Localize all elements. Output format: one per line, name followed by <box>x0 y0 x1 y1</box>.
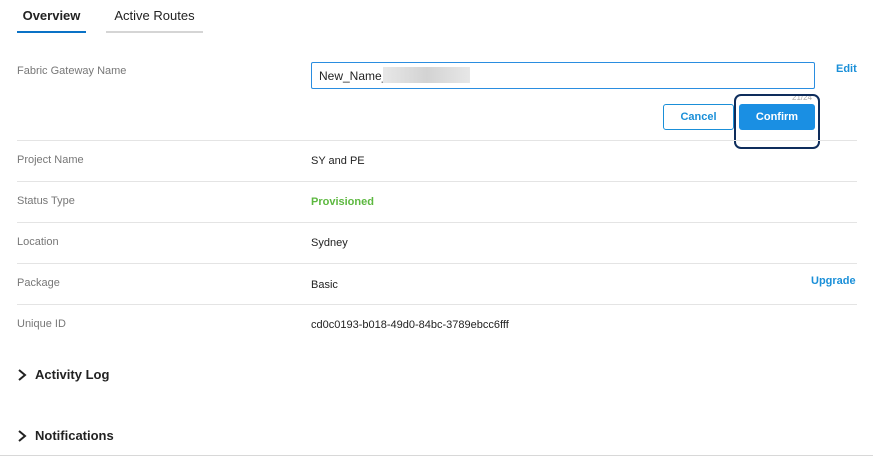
notifications-toggle[interactable]: Notifications <box>17 428 114 443</box>
edit-link[interactable]: Edit <box>836 63 857 75</box>
divider <box>0 455 873 456</box>
package-value: Basic <box>311 279 338 291</box>
notifications-label: Notifications <box>35 428 114 443</box>
redacted-text <box>383 67 470 83</box>
divider <box>17 304 857 305</box>
project-name-value: SY and PE <box>311 155 365 167</box>
confirm-button[interactable]: Confirm <box>739 104 815 130</box>
chevron-right-icon <box>18 368 27 381</box>
chevron-right-icon <box>18 429 27 442</box>
activity-log-label: Activity Log <box>35 367 110 382</box>
divider <box>17 140 857 141</box>
location-label: Location <box>17 236 59 248</box>
divider <box>17 263 857 264</box>
cancel-button[interactable]: Cancel <box>663 104 734 130</box>
status-type-label: Status Type <box>17 195 75 207</box>
unique-id-label: Unique ID <box>17 318 66 330</box>
status-value: Provisioned <box>311 196 374 208</box>
package-label: Package <box>17 277 60 289</box>
upgrade-link[interactable]: Upgrade <box>811 275 856 287</box>
divider <box>17 222 857 223</box>
project-name-label: Project Name <box>17 154 84 166</box>
tab-overview[interactable]: Overview <box>17 0 86 33</box>
location-value: Sydney <box>311 237 348 249</box>
divider <box>17 181 857 182</box>
tab-active-routes[interactable]: Active Routes <box>106 0 203 33</box>
gateway-name-label: Fabric Gateway Name <box>17 65 127 77</box>
activity-log-toggle[interactable]: Activity Log <box>17 367 109 382</box>
unique-id-value: cd0c0193-b018-49d0-84bc-3789ebcc6fff <box>311 319 509 331</box>
